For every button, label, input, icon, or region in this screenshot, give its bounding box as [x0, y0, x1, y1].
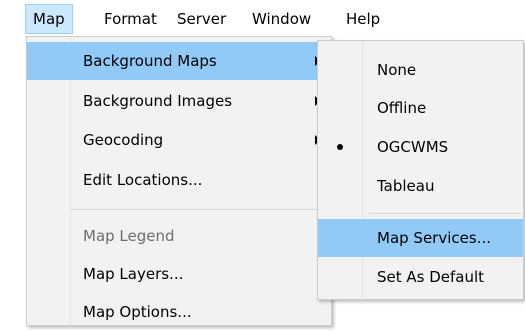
menubar: Map Format Server Window Help: [0, 0, 525, 36]
menu-item-label: Map Layers...: [83, 265, 184, 283]
menu-item-label: Map Options...: [83, 303, 192, 321]
menu-separator: [71, 209, 329, 210]
menubar-help[interactable]: Help: [339, 4, 387, 34]
menu-item-label: Set As Default: [377, 268, 485, 286]
submenu-item-offline[interactable]: Offline: [318, 89, 523, 127]
menu-item-background-images[interactable]: Background Images: [27, 82, 331, 120]
menu-item-label: Map Legend: [83, 227, 175, 245]
menu-separator: [369, 213, 521, 214]
menu-item-map-options[interactable]: Map Options...: [27, 293, 331, 331]
menu-item-map-layers[interactable]: Map Layers...: [27, 255, 331, 293]
menubar-format[interactable]: Format: [97, 4, 164, 34]
menu-item-label: Tableau: [377, 177, 435, 195]
menu-item-label: Map Services...: [377, 229, 491, 247]
background-maps-submenu: None Offline OGCWMS Tableau Map Services…: [317, 40, 524, 301]
submenu-item-map-services[interactable]: Map Services...: [318, 219, 523, 257]
menu-item-label: OGCWMS: [377, 138, 449, 156]
menu-item-background-maps[interactable]: Background Maps: [27, 42, 331, 80]
menu-item-label: Background Images: [83, 92, 233, 110]
menu-item-geocoding[interactable]: Geocoding: [27, 121, 331, 159]
radio-selected-icon: [337, 144, 343, 150]
menubar-server[interactable]: Server: [170, 4, 233, 34]
menu-item-label: Edit Locations...: [83, 171, 203, 189]
submenu-item-tableau[interactable]: Tableau: [318, 167, 523, 205]
submenu-item-none[interactable]: None: [318, 51, 523, 89]
menubar-window[interactable]: Window: [245, 4, 318, 34]
submenu-item-ogcwms[interactable]: OGCWMS: [318, 128, 523, 166]
tableau-window: Map Format Server Window Help Background…: [0, 0, 525, 327]
menu-item-label: Background Maps: [83, 52, 217, 70]
menu-item-label: Geocoding: [83, 131, 164, 149]
menu-item-edit-locations[interactable]: Edit Locations...: [27, 161, 331, 199]
menubar-map[interactable]: Map: [25, 4, 73, 34]
map-menu: Background Maps Background Images Geocod…: [26, 36, 332, 327]
menu-item-map-legend: Map Legend: [27, 217, 331, 255]
submenu-item-set-as-default[interactable]: Set As Default: [318, 258, 523, 296]
menu-item-label: None: [377, 61, 417, 79]
menu-item-label: Offline: [377, 99, 427, 117]
